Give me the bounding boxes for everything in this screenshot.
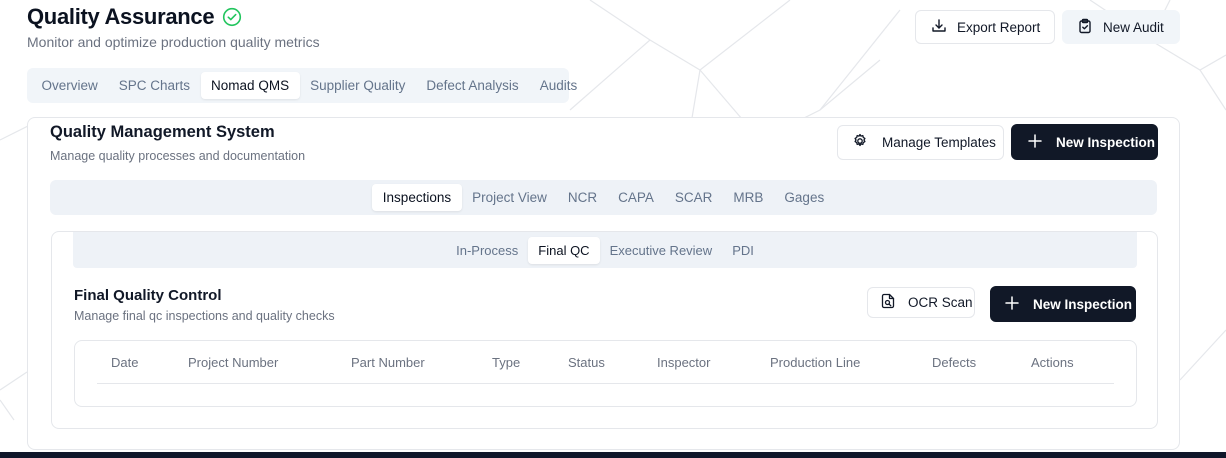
manage-templates-label: Manage Templates bbox=[882, 135, 996, 150]
qms-subtitle: Manage quality processes and documentati… bbox=[50, 149, 306, 163]
tab-inspections[interactable]: Inspections bbox=[372, 184, 462, 211]
column-project-number[interactable]: Project Number bbox=[188, 355, 278, 370]
file-scan-icon bbox=[880, 293, 896, 312]
tab-pdi[interactable]: PDI bbox=[722, 237, 764, 264]
page-title: Quality Assurance bbox=[27, 4, 215, 29]
column-date[interactable]: Date bbox=[111, 355, 138, 370]
tab-scar[interactable]: SCAR bbox=[664, 184, 723, 211]
page-subtitle: Monitor and optimize production quality … bbox=[27, 34, 320, 50]
tab-capa[interactable]: CAPA bbox=[608, 184, 665, 211]
plus-icon bbox=[1028, 133, 1042, 151]
new-inspection-button-main[interactable]: New Inspection bbox=[1011, 124, 1158, 160]
tab-nomad-qms[interactable]: Nomad QMS bbox=[200, 72, 300, 99]
tab-supplier-quality[interactable]: Supplier Quality bbox=[300, 72, 416, 99]
inspection-stage-tabs: In-Process Final QC Executive Review PDI bbox=[73, 232, 1137, 268]
new-audit-button[interactable]: New Audit bbox=[1062, 10, 1180, 44]
tab-ncr[interactable]: NCR bbox=[557, 184, 607, 211]
column-inspector[interactable]: Inspector bbox=[657, 355, 710, 370]
new-inspection-label: New Inspection bbox=[1056, 134, 1156, 150]
column-part-number[interactable]: Part Number bbox=[351, 355, 425, 370]
column-type[interactable]: Type bbox=[492, 355, 520, 370]
tab-overview[interactable]: Overview bbox=[31, 72, 108, 99]
tab-final-qc[interactable]: Final QC bbox=[528, 236, 600, 264]
qms-card: Quality Management System Manage quality… bbox=[27, 117, 1180, 450]
module-tabs: Overview SPC Charts Nomad QMS Supplier Q… bbox=[27, 68, 577, 103]
new-inspection-label: New Inspection bbox=[1033, 296, 1133, 312]
export-report-label: Export Report bbox=[957, 19, 1041, 35]
new-inspection-button-final-qc[interactable]: New Inspection bbox=[990, 286, 1136, 322]
final-qc-subtitle: Manage final qc inspections and quality … bbox=[74, 309, 335, 323]
final-qc-title: Final Quality Control bbox=[74, 287, 222, 304]
ocr-scan-button[interactable]: OCR Scan bbox=[867, 287, 975, 318]
tab-project-view[interactable]: Project View bbox=[462, 184, 558, 211]
manage-templates-button[interactable]: Manage Templates bbox=[837, 125, 1004, 160]
ocr-scan-label: OCR Scan bbox=[908, 295, 973, 310]
table-header: Date Project Number Part Number Type Sta… bbox=[97, 341, 1114, 384]
qms-title: Quality Management System bbox=[50, 123, 275, 141]
new-audit-label: New Audit bbox=[1103, 19, 1164, 35]
clipboard-check-icon bbox=[1077, 18, 1093, 37]
column-defects[interactable]: Defects bbox=[932, 355, 976, 370]
plus-icon bbox=[1005, 295, 1019, 313]
column-actions[interactable]: Actions bbox=[1031, 355, 1074, 370]
tab-in-process[interactable]: In-Process bbox=[446, 237, 528, 264]
check-circle-icon bbox=[222, 7, 242, 27]
inspections-table: Date Project Number Part Number Type Sta… bbox=[74, 340, 1137, 407]
tab-audits[interactable]: Audits bbox=[529, 72, 588, 99]
qms-tabs: Inspections Project View NCR CAPA SCAR M… bbox=[50, 180, 1157, 215]
page-title-row: Quality Assurance bbox=[27, 4, 242, 30]
tab-gages[interactable]: Gages bbox=[774, 184, 835, 211]
bottom-bar bbox=[0, 452, 1226, 458]
tab-executive-review[interactable]: Executive Review bbox=[600, 237, 723, 264]
download-icon bbox=[931, 18, 947, 37]
inspections-panel: In-Process Final QC Executive Review PDI… bbox=[51, 231, 1158, 429]
gear-icon bbox=[852, 133, 868, 152]
column-status[interactable]: Status bbox=[568, 355, 605, 370]
column-production-line[interactable]: Production Line bbox=[770, 355, 860, 370]
tab-mrb[interactable]: MRB bbox=[723, 184, 774, 211]
tab-defect-analysis[interactable]: Defect Analysis bbox=[416, 72, 529, 99]
export-report-button[interactable]: Export Report bbox=[915, 10, 1055, 44]
tab-spc-charts[interactable]: SPC Charts bbox=[108, 72, 200, 99]
